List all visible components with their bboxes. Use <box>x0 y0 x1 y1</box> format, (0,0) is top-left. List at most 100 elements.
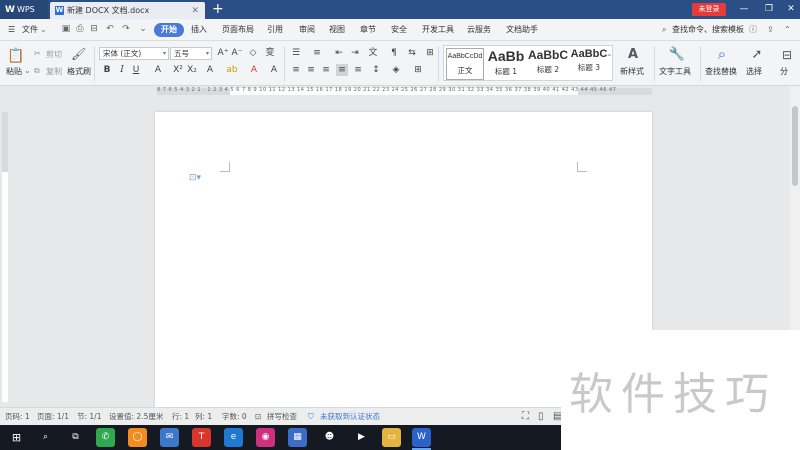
text-tools-button[interactable]: 文字工具 <box>659 66 691 77</box>
borders-icon[interactable]: ⊞ <box>412 64 424 76</box>
italic-icon[interactable]: I <box>116 64 128 76</box>
tab-home[interactable]: 开始 <box>154 23 184 37</box>
auth-status[interactable]: 未获取到认证状态 <box>320 408 380 426</box>
numbered-list-icon[interactable]: ≡ <box>311 47 323 59</box>
chrome-icon[interactable]: ◉ <box>256 428 275 447</box>
underline-icon[interactable]: U <box>130 64 142 76</box>
paste-options-icon[interactable]: ⊡▾ <box>189 173 201 183</box>
vertical-ruler[interactable] <box>0 97 10 407</box>
qq-icon[interactable]: ☻ <box>320 428 339 447</box>
media-app-icon[interactable]: ▶ <box>352 428 371 447</box>
justify-icon[interactable]: ≡ <box>336 64 348 76</box>
tab-cloud-service[interactable]: 云服务 <box>467 19 491 41</box>
cursor-icon[interactable]: ➚ <box>750 46 764 64</box>
paste-icon[interactable]: 📋 <box>7 47 25 65</box>
decrease-indent-icon[interactable]: ⇤ <box>333 47 345 59</box>
tab-page-layout[interactable]: 页面布局 <box>222 19 254 41</box>
undo-icon[interactable]: ↶ <box>104 23 116 35</box>
fullscreen-icon[interactable]: ⛶ <box>522 408 529 426</box>
wps-home-tab[interactable]: W WPS <box>0 0 48 19</box>
shrink-font-icon[interactable]: A⁻ <box>231 47 243 59</box>
split-icon[interactable]: ⊟ <box>780 46 794 64</box>
browser-icon[interactable]: ◯ <box>128 428 147 447</box>
collapse-ribbon-icon[interactable]: ⌃ <box>784 19 791 41</box>
phonetic-guide-icon[interactable]: 变 <box>264 47 276 59</box>
menu-icon[interactable]: ☰ <box>8 19 15 41</box>
style-normal[interactable]: AaBbCcDd 正文 <box>446 48 484 80</box>
distributed-align-icon[interactable]: ≡ <box>352 64 364 76</box>
style-heading-1[interactable]: AaBb 标题 1 <box>487 48 525 80</box>
align-right-icon[interactable]: ≡ <box>320 64 332 76</box>
tab-insert[interactable]: 插入 <box>191 19 207 41</box>
document-tab[interactable]: W 新建 DOCX 文档.docx ✕ <box>50 2 205 19</box>
bullet-list-icon[interactable]: ☰ <box>290 47 302 59</box>
format-painter-icon[interactable]: 🖌 <box>71 47 86 61</box>
share-icon[interactable]: ⇪ <box>767 19 774 41</box>
new-tab-button[interactable]: + <box>212 0 224 19</box>
edge-browser-icon[interactable]: e <box>224 428 243 447</box>
wechat-icon[interactable]: ✆ <box>96 428 115 447</box>
print-icon[interactable]: ⎙ <box>74 23 86 35</box>
superscript-icon[interactable]: X² <box>172 64 184 76</box>
copy-icon[interactable]: ⧉ <box>34 66 40 76</box>
file-menu[interactable]: 文件 <box>22 19 38 41</box>
clear-format-icon[interactable]: ◇ <box>247 47 259 59</box>
new-style-icon[interactable]: A <box>624 46 642 64</box>
style-heading-3[interactable]: AaBbC 标题 3 <box>570 48 608 80</box>
tab-sections[interactable]: 章节 <box>360 19 376 41</box>
tab-references[interactable]: 引用 <box>267 19 283 41</box>
wrench-icon[interactable]: 🔧 <box>668 46 686 64</box>
chevron-down-icon[interactable]: ⌄ <box>40 19 47 41</box>
show-marks-icon[interactable]: ¶ <box>388 47 400 59</box>
strikethrough-icon[interactable]: A <box>152 64 164 76</box>
photo-app-icon[interactable]: ▦ <box>288 428 307 447</box>
cut-button[interactable]: 剪切 <box>46 49 62 60</box>
increase-indent-icon[interactable]: ⇥ <box>349 47 361 59</box>
select-button[interactable]: 选择 <box>746 66 762 77</box>
tab-doc-assistant[interactable]: 文档助手 <box>506 19 538 41</box>
new-style-button[interactable]: 新样式 <box>620 66 644 77</box>
align-left-icon[interactable]: ≡ <box>290 64 302 76</box>
find-replace-button[interactable]: 查找替换 <box>705 66 737 77</box>
magnifier-icon[interactable]: ⌕ <box>713 45 731 63</box>
style-heading-2[interactable]: AaBbC 标题 2 <box>528 48 568 80</box>
task-view-icon[interactable]: ⧉ <box>66 428 85 447</box>
bold-icon[interactable]: B <box>101 64 113 76</box>
cut-icon[interactable]: ✂ <box>34 49 41 58</box>
char-border-icon[interactable]: A <box>268 64 280 76</box>
scrollbar-thumb[interactable] <box>792 106 798 186</box>
tab-view[interactable]: 视图 <box>329 19 345 41</box>
file-explorer-icon[interactable]: ▭ <box>382 428 401 447</box>
restore-button[interactable]: ❐ <box>760 0 778 19</box>
quick-access-more-icon[interactable]: ⌄ <box>137 23 149 35</box>
read-mode-icon[interactable]: ▯ <box>538 408 544 426</box>
app-icon[interactable]: T <box>192 428 211 447</box>
chinese-layout-icon[interactable]: 文 <box>367 47 379 59</box>
close-window-button[interactable]: ✕ <box>782 0 800 19</box>
page-number[interactable]: 页码: 1 <box>5 408 30 426</box>
search-icon[interactable]: ⌕ <box>36 428 55 447</box>
font-color-icon[interactable]: A <box>248 64 260 76</box>
grow-font-icon[interactable]: A⁺ <box>217 47 229 59</box>
word-count[interactable]: 字数: 0 <box>222 408 247 426</box>
subscript-icon[interactable]: X₂ <box>186 64 198 76</box>
paste-button[interactable]: 粘贴 <box>6 66 22 77</box>
paragraph-settings-icon[interactable]: ⊞ <box>424 47 436 59</box>
save-icon[interactable]: ▣ <box>60 23 72 35</box>
shading-icon[interactable]: ◈ <box>390 64 402 76</box>
print-preview-icon[interactable]: ⊟ <box>88 23 100 35</box>
windows-start-icon[interactable]: ⊞ <box>7 428 26 447</box>
command-search[interactable]: 查找命令、搜索模板 <box>672 19 744 41</box>
close-tab-icon[interactable]: ✕ <box>191 6 199 16</box>
format-painter-button[interactable]: 格式刷 <box>67 66 91 77</box>
split-button[interactable]: 分 <box>780 66 788 77</box>
tab-developer[interactable]: 开发工具 <box>422 19 454 41</box>
minimize-button[interactable]: — <box>735 0 753 19</box>
align-center-icon[interactable]: ≡ <box>305 64 317 76</box>
text-effect-icon[interactable]: A <box>204 64 216 76</box>
horizontal-ruler[interactable]: 8 7 6 5 4 3 2 1 · 1 2 3 4 5 6 7 8 9 10 1… <box>0 86 800 97</box>
gallery-scroll-icon[interactable]: ⌃ <box>606 53 613 62</box>
spell-check-toggle[interactable]: 拼写检查 <box>267 408 297 426</box>
tab-security[interactable]: 安全 <box>391 19 407 41</box>
tab-review[interactable]: 审阅 <box>299 19 315 41</box>
